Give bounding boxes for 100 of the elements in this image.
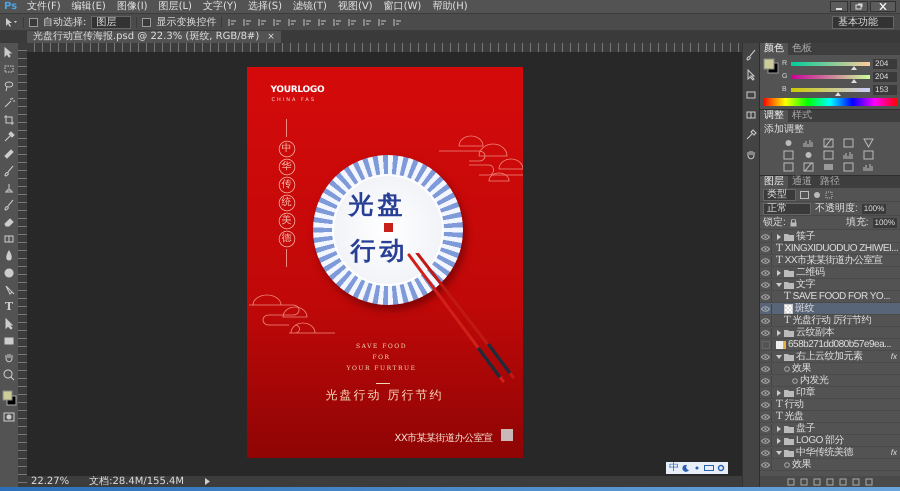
menu-item[interactable]: 视图(V) bbox=[338, 0, 373, 13]
layer-row[interactable]: T 光盘 bbox=[760, 411, 900, 423]
restore-button[interactable] bbox=[850, 1, 868, 12]
eye-icon[interactable] bbox=[761, 330, 770, 336]
ime-mode[interactable]: 中 bbox=[669, 462, 679, 474]
caret-down-icon[interactable] bbox=[776, 282, 782, 288]
caret-right-icon[interactable] bbox=[776, 270, 782, 276]
layer-filter-dropdown[interactable]: 类型 bbox=[763, 188, 796, 200]
bars-icon[interactable] bbox=[332, 18, 342, 26]
layer-row[interactable]: 盘子 bbox=[760, 423, 900, 435]
eye-icon[interactable] bbox=[761, 450, 770, 456]
wand-icon[interactable] bbox=[3, 97, 15, 109]
eye-icon[interactable] bbox=[761, 270, 770, 276]
layer-row[interactable]: 筷子 bbox=[760, 231, 900, 243]
eye-icon[interactable] bbox=[761, 258, 770, 264]
magnifier-icon[interactable] bbox=[3, 369, 15, 381]
layer-row[interactable]: T XX市某某街道办公室宣 bbox=[760, 255, 900, 267]
eye-icon[interactable] bbox=[761, 438, 770, 444]
bars-icon[interactable] bbox=[272, 18, 282, 26]
panel-tab[interactable]: 样式 bbox=[788, 110, 816, 122]
mask-icon[interactable] bbox=[3, 411, 15, 423]
bars-icon[interactable] bbox=[377, 18, 388, 26]
bars-icon[interactable] bbox=[803, 138, 814, 148]
eye-icon[interactable] bbox=[761, 306, 770, 312]
circle-icon[interactable] bbox=[803, 150, 814, 160]
close-button[interactable] bbox=[870, 1, 896, 12]
visibility-toggle[interactable] bbox=[762, 340, 770, 348]
checkbox[interactable] bbox=[29, 18, 38, 26]
curve-icon[interactable] bbox=[823, 138, 834, 148]
layer-row[interactable]: LOGO 部分 bbox=[760, 435, 900, 447]
zoom-level[interactable]: 22.27% bbox=[31, 476, 70, 487]
move-tool-icon[interactable] bbox=[4, 16, 18, 28]
play-icon[interactable] bbox=[204, 478, 210, 485]
layer-row[interactable]: 印章 bbox=[760, 387, 900, 399]
layer-row[interactable]: 右上云纹加元素 fx bbox=[760, 351, 900, 363]
panel-tab[interactable]: 颜色 bbox=[760, 43, 788, 55]
move-icon[interactable] bbox=[3, 46, 15, 58]
hand-icon[interactable] bbox=[3, 352, 15, 364]
dot-icon[interactable] bbox=[693, 464, 701, 472]
caret-right-icon[interactable] bbox=[776, 438, 782, 444]
slider-thumb[interactable] bbox=[851, 66, 858, 70]
caret-right-icon[interactable] bbox=[776, 390, 782, 396]
menu-item[interactable]: 滤镜(T) bbox=[293, 0, 327, 13]
document-tab[interactable]: 光盘行动宣传海报.psd @ 22.3% (斑纹, RGB/8#) × bbox=[27, 31, 281, 43]
eye-icon[interactable] bbox=[761, 246, 770, 252]
color-spectrum[interactable] bbox=[763, 98, 897, 106]
caret-right-icon[interactable] bbox=[776, 426, 782, 432]
layer-row[interactable]: 658b271dd080b57e9ea... bbox=[760, 339, 900, 351]
layer-row[interactable]: 效果 bbox=[760, 459, 900, 471]
bars-icon[interactable] bbox=[317, 18, 328, 26]
menu-item[interactable]: 文件(F) bbox=[27, 0, 61, 13]
square-icon[interactable] bbox=[843, 138, 854, 148]
square-icon[interactable] bbox=[787, 478, 795, 486]
bars-icon[interactable] bbox=[227, 18, 238, 26]
square-icon[interactable] bbox=[839, 478, 847, 486]
eye-icon[interactable] bbox=[761, 294, 770, 300]
eraser-icon[interactable] bbox=[3, 216, 15, 228]
panel-tab[interactable]: 通道 bbox=[788, 176, 816, 188]
color-swatches-icon[interactable] bbox=[763, 58, 779, 74]
square-icon[interactable] bbox=[813, 478, 821, 486]
type-tool[interactable]: T bbox=[4, 301, 14, 313]
opacity-field[interactable]: 100% bbox=[862, 204, 886, 214]
caret-right-icon[interactable] bbox=[776, 234, 782, 240]
triangle-icon[interactable] bbox=[863, 138, 874, 148]
menu-item[interactable]: 编辑(E) bbox=[72, 0, 106, 13]
caret-down-icon[interactable] bbox=[776, 354, 782, 360]
eye-icon[interactable] bbox=[761, 234, 770, 240]
workspace-dropdown[interactable]: 基本功能 bbox=[832, 16, 894, 28]
layer-row[interactable]: 内发光 bbox=[760, 375, 900, 387]
rectangle-icon[interactable] bbox=[783, 150, 794, 160]
caret-right-icon[interactable] bbox=[776, 330, 782, 336]
square-icon[interactable] bbox=[826, 478, 834, 486]
blend-mode-dropdown[interactable]: 正常 bbox=[763, 202, 811, 214]
eye-icon[interactable] bbox=[761, 414, 770, 420]
menu-item[interactable]: 图像(I) bbox=[116, 0, 148, 13]
pen-icon[interactable] bbox=[3, 284, 15, 296]
keyboard-icon[interactable] bbox=[704, 464, 714, 472]
layer-row[interactable]: 中华传统美德 fx bbox=[760, 447, 900, 459]
lasso-icon[interactable] bbox=[3, 80, 15, 92]
brush-icon[interactable] bbox=[3, 199, 15, 211]
layer-row[interactable]: 文字 bbox=[760, 279, 900, 291]
tab-close[interactable]: × bbox=[267, 31, 275, 43]
square-icon[interactable] bbox=[783, 162, 794, 172]
square-icon[interactable] bbox=[823, 150, 834, 160]
caret-down-icon[interactable] bbox=[776, 450, 782, 456]
eye-icon[interactable] bbox=[761, 402, 770, 408]
rectangle-icon[interactable] bbox=[843, 162, 854, 172]
eye-icon[interactable] bbox=[761, 354, 770, 360]
channel-value-field[interactable]: 204 bbox=[873, 72, 897, 82]
circle-icon[interactable] bbox=[813, 190, 821, 198]
panel-tab[interactable]: 图层 bbox=[760, 176, 788, 188]
layer-row[interactable]: T 行动 bbox=[760, 399, 900, 411]
brush-icon[interactable] bbox=[745, 49, 757, 61]
bars-icon[interactable] bbox=[392, 18, 402, 26]
moon-icon[interactable] bbox=[682, 464, 690, 472]
panel-tab[interactable]: 色板 bbox=[788, 43, 816, 55]
bars-icon[interactable] bbox=[362, 18, 372, 26]
eye-icon[interactable] bbox=[761, 426, 770, 432]
layer-row[interactable]: T 光盘行动 厉行节约 bbox=[760, 315, 900, 327]
menu-item[interactable]: 图层(L) bbox=[158, 0, 192, 13]
